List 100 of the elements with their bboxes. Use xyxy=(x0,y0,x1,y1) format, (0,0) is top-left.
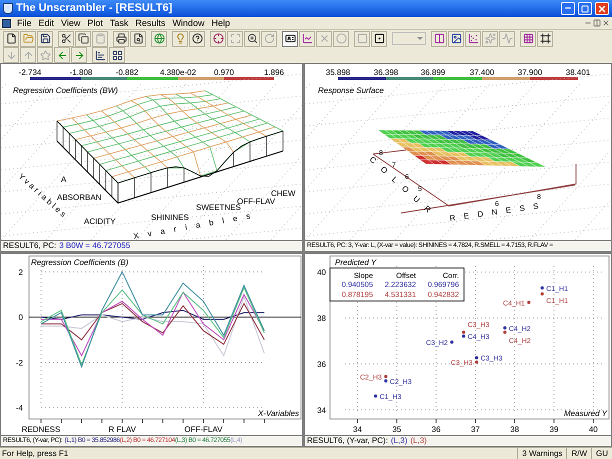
close-button[interactable] xyxy=(595,2,609,15)
toolbar-button[interactable] xyxy=(58,30,74,46)
circle-icon xyxy=(336,33,346,44)
up-arrow-icon xyxy=(22,50,34,60)
toolbar-button[interactable] xyxy=(37,30,53,46)
menu-item[interactable]: Results xyxy=(132,18,168,28)
save-icon xyxy=(40,33,50,44)
close-icon[interactable] xyxy=(602,19,610,27)
toolbar-button[interactable] xyxy=(448,30,464,46)
wall-line xyxy=(75,139,76,160)
copy-icon xyxy=(78,33,88,44)
menu-item[interactable]: File xyxy=(14,18,35,28)
wall-line xyxy=(233,152,234,167)
toolbar-button[interactable] xyxy=(371,30,387,46)
menu-item[interactable]: Help xyxy=(208,18,233,28)
toolbar-button[interactable] xyxy=(282,30,298,46)
menu-item[interactable]: Task xyxy=(106,18,132,28)
grid-icon xyxy=(522,33,534,44)
print-icon xyxy=(116,33,126,44)
axis-label: OFF-FLAV xyxy=(237,197,276,206)
plot-title: Response Surface xyxy=(318,86,384,95)
menu-item[interactable]: Window xyxy=(169,18,208,28)
wall-line xyxy=(56,120,58,142)
cross-icon xyxy=(318,33,330,44)
axis-title: Measured Y xyxy=(564,409,607,418)
toolbar-button[interactable] xyxy=(189,30,205,46)
scale-label: 36.398 xyxy=(374,68,398,77)
wall-line xyxy=(134,178,135,198)
toolbar-button[interactable] xyxy=(75,30,91,46)
status-panel: 3 Warnings xyxy=(517,448,566,459)
toolbar-button[interactable] xyxy=(92,47,108,63)
scale-label: 37.400 xyxy=(470,68,494,77)
dropdown-arrow-icon xyxy=(417,37,423,40)
window-title: The Unscrambler - [RESULT6] xyxy=(16,1,174,16)
fit-icon xyxy=(230,33,240,44)
plot-title: Regression Coefficients (BW) xyxy=(13,86,118,95)
rotate-icon xyxy=(264,33,274,44)
left-arrow-icon xyxy=(56,50,68,60)
wall-line xyxy=(150,172,152,193)
toolbar-button[interactable] xyxy=(210,30,226,46)
scale-label: 0.970 xyxy=(214,68,234,77)
toolbar-button[interactable] xyxy=(113,30,129,46)
scale-label: 4.380e-02 xyxy=(160,68,196,77)
axis-label: ACIDITY xyxy=(84,217,116,226)
app-icon xyxy=(3,3,13,14)
menu-item[interactable]: Plot xyxy=(84,18,106,28)
image-icon xyxy=(450,33,462,44)
restore-icon[interactable] xyxy=(593,19,601,27)
tick-label: 2 xyxy=(18,268,23,277)
toolbar-button[interactable] xyxy=(109,47,125,63)
scale-label: 1.896 xyxy=(264,68,284,77)
plot-title: Regression Coefficients (B) xyxy=(31,258,128,267)
tick-label: 36 xyxy=(317,360,326,369)
toolbar-button[interactable] xyxy=(3,30,19,46)
globe-icon xyxy=(154,33,164,44)
cut-icon xyxy=(60,33,72,44)
tick-label: 0 xyxy=(18,313,23,322)
wall-line xyxy=(62,126,64,148)
tick-label: R FLAV xyxy=(108,425,136,434)
id-icon xyxy=(284,33,296,44)
tick-label: 38 xyxy=(510,425,520,434)
tick-label: 34 xyxy=(353,425,362,434)
wall-line xyxy=(167,168,168,188)
paste-icon xyxy=(94,33,106,44)
axis-label: SWEETNES xyxy=(196,203,241,212)
wall-line xyxy=(81,146,82,166)
wall-line xyxy=(266,136,267,156)
tick-label: 36 xyxy=(432,425,441,434)
menu-item[interactable]: Edit xyxy=(36,18,58,28)
status-message: For Help, press F1 xyxy=(1,450,70,458)
toolbar-button[interactable] xyxy=(244,30,260,46)
down-arrow-icon xyxy=(6,50,16,60)
tick-label: -4 xyxy=(16,404,23,413)
tick-label: 34 xyxy=(317,406,326,415)
tick-label: 35 xyxy=(392,425,402,434)
minimize-button[interactable] xyxy=(561,2,575,15)
activity-icon xyxy=(502,33,512,44)
scale-label: -2.734 xyxy=(18,68,42,77)
zoom-icon xyxy=(246,33,258,44)
line-chart-icon xyxy=(302,33,312,44)
axis-title: X-Variables xyxy=(258,409,299,418)
menu-item[interactable]: View xyxy=(58,18,84,28)
maximize-button[interactable] xyxy=(578,2,592,15)
bar-chart-icon xyxy=(94,50,106,60)
toolbar-button[interactable] xyxy=(130,30,146,46)
maximize-icon xyxy=(581,4,589,12)
right-arrow-icon xyxy=(74,50,84,60)
toolbar-button[interactable] xyxy=(537,30,553,46)
wall-line xyxy=(282,130,284,152)
columns-icon xyxy=(434,33,444,44)
close-icon xyxy=(597,4,607,14)
tick-label: OFF-FLAV xyxy=(184,425,222,434)
status-value: 3 B0W = 46.727055 xyxy=(59,242,130,250)
tick-label: 39 xyxy=(550,425,558,434)
scale-label: 35.898 xyxy=(326,68,350,77)
context-help-icon xyxy=(192,33,202,44)
square-icon xyxy=(356,33,368,44)
status-text: RESULT6, (Y-var, PC): xyxy=(307,437,388,445)
layout-icon xyxy=(112,50,122,60)
star-icon xyxy=(40,50,50,60)
